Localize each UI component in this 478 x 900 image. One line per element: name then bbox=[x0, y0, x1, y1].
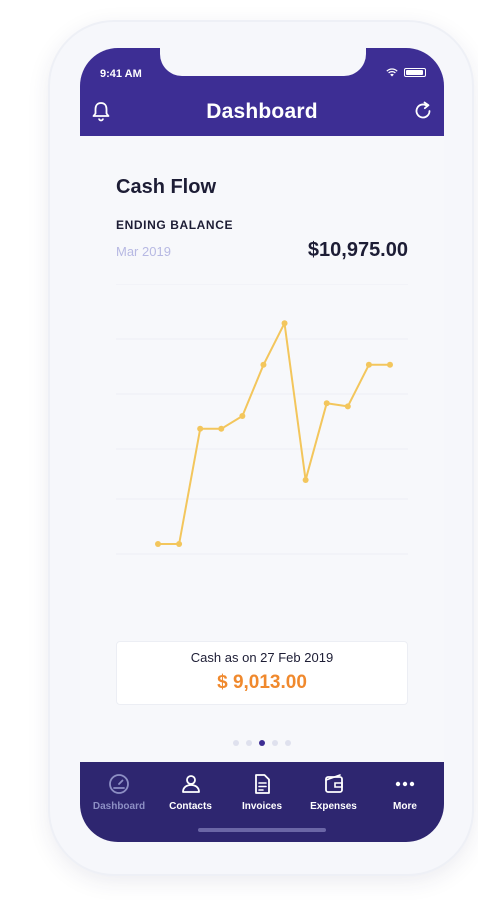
invoices-icon bbox=[255, 774, 270, 794]
data-point[interactable] bbox=[344, 403, 351, 410]
data-point[interactable] bbox=[260, 361, 267, 368]
series-points bbox=[155, 320, 393, 547]
app-screen: 9:41 AM Dashboard Cash Flow ENDING BALAN… bbox=[80, 48, 444, 842]
tab-label: Expenses bbox=[310, 801, 357, 812]
tab-dashboard[interactable]: Dashboard bbox=[84, 762, 154, 842]
status-icons bbox=[386, 68, 426, 77]
chart-gridlines bbox=[116, 284, 408, 555]
page-dot[interactable] bbox=[233, 740, 239, 746]
data-point[interactable] bbox=[323, 400, 330, 407]
period-label[interactable]: Mar 2019 bbox=[116, 244, 171, 259]
page-dot[interactable] bbox=[272, 740, 278, 746]
tab-label: Invoices bbox=[241, 801, 283, 812]
tab-label: Contacts bbox=[169, 801, 212, 812]
cash-as-on-value: $ 9,013.00 bbox=[217, 672, 307, 693]
refresh-icon[interactable] bbox=[412, 100, 434, 122]
home-indicator bbox=[198, 828, 326, 832]
data-point[interactable] bbox=[197, 425, 204, 432]
battery-icon bbox=[404, 68, 426, 77]
data-point[interactable] bbox=[365, 361, 372, 368]
cash-summary-box: Cash as on 27 Feb 2019 $ 9,013.00 bbox=[116, 641, 408, 705]
data-point[interactable] bbox=[239, 413, 246, 419]
data-point[interactable] bbox=[155, 541, 161, 547]
data-point[interactable] bbox=[218, 425, 225, 432]
page-title: Dashboard bbox=[206, 100, 318, 123]
tab-more[interactable]: More bbox=[370, 762, 440, 842]
status-time: 9:41 AM bbox=[100, 68, 142, 80]
page-dot[interactable] bbox=[246, 740, 252, 746]
wifi-icon bbox=[386, 68, 398, 77]
page-dot[interactable] bbox=[285, 740, 291, 746]
data-point[interactable] bbox=[281, 320, 288, 327]
device-notch bbox=[160, 48, 366, 76]
page-indicator[interactable] bbox=[80, 740, 444, 746]
tab-label: More bbox=[393, 801, 417, 812]
more-icon bbox=[395, 781, 415, 787]
expenses-icon bbox=[324, 774, 343, 793]
cash-flow-chart bbox=[116, 284, 408, 555]
bottom-tab-bar: Dashboard Contacts Invoices Expenses Mor… bbox=[80, 762, 444, 842]
cash-as-on-label: Cash as on 27 Feb 2019 bbox=[190, 650, 334, 665]
ending-balance-label: ENDING BALANCE bbox=[116, 218, 234, 232]
data-point[interactable] bbox=[176, 541, 183, 547]
data-point[interactable] bbox=[302, 477, 309, 483]
data-point[interactable] bbox=[387, 361, 393, 368]
dashboard-icon bbox=[109, 774, 129, 794]
page-dot[interactable] bbox=[259, 740, 265, 746]
tab-label: Dashboard bbox=[92, 801, 146, 812]
dashboard-content: Cash Flow ENDING BALANCE Mar 2019 $10,97… bbox=[80, 136, 444, 762]
ending-balance-value: $10,975.00 bbox=[307, 239, 408, 261]
contacts-icon bbox=[181, 775, 200, 793]
cash-flow-title: Cash Flow bbox=[116, 176, 217, 198]
series-line bbox=[158, 322, 390, 545]
header-bar: 9:41 AM Dashboard bbox=[80, 48, 444, 136]
